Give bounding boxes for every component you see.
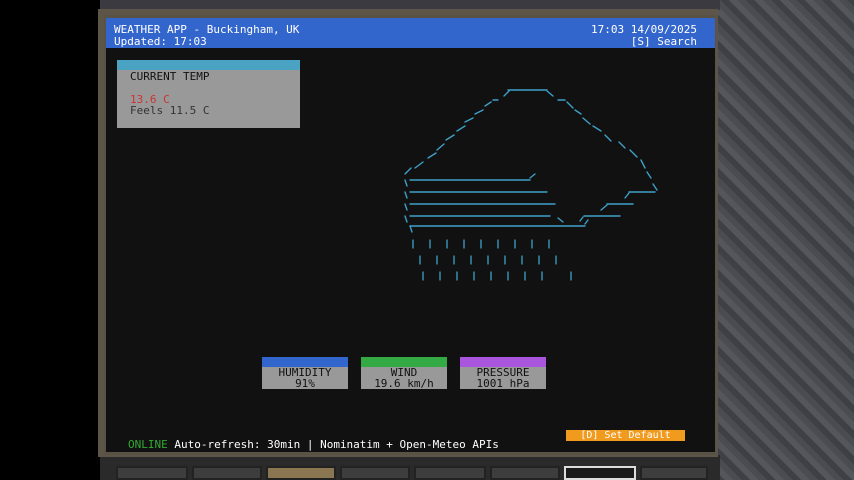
- hotbar-slot[interactable]: [640, 466, 708, 480]
- app-title: WEATHER APP - Buckingham, UK: [114, 23, 300, 36]
- hotbar-slot[interactable]: [490, 466, 560, 480]
- current-temp-header: [117, 60, 300, 70]
- set-default-button[interactable]: [D] Set Default: [566, 430, 685, 441]
- status-bar: ONLINE Auto-refresh: 30min | Nominatim +…: [128, 438, 499, 451]
- hotbar-slot[interactable]: [340, 466, 410, 480]
- humidity-value: 91%: [295, 377, 315, 390]
- updated-time: Updated: 17:03: [114, 35, 207, 48]
- background-void: [0, 0, 100, 480]
- humidity-card: HUMIDITY 91%: [262, 357, 348, 390]
- wind-card: WIND 19.6 km/h: [361, 357, 447, 390]
- hotbar-slot-selected[interactable]: [266, 466, 336, 480]
- pressure-card: PRESSURE 1001 hPa: [460, 357, 546, 390]
- status-info: Auto-refresh: 30min | Nominatim + Open-M…: [174, 438, 499, 451]
- hotbar-slot[interactable]: [116, 466, 188, 480]
- background-stone-wall: [708, 0, 854, 480]
- hotbar-slot[interactable]: [192, 466, 262, 480]
- current-datetime: 17:03 14/09/2025: [591, 23, 697, 36]
- hotbar-slot[interactable]: [414, 466, 486, 480]
- search-shortcut[interactable]: [S] Search: [631, 36, 697, 47]
- wind-value: 19.6 km/h: [374, 377, 434, 390]
- rain-cloud-icon: [404, 89, 658, 281]
- current-temp-label: CURRENT TEMP: [130, 70, 210, 83]
- hotbar-slot-active[interactable]: [564, 466, 636, 480]
- online-indicator: ONLINE: [128, 438, 168, 451]
- pressure-value: 1001 hPa: [476, 377, 530, 390]
- app-title-bar: WEATHER APP - Buckingham, UK Updated: 17…: [106, 18, 715, 48]
- feels-like-value: Feels 11.5 C: [130, 104, 210, 117]
- current-temp-panel: CURRENT TEMP 13.6 C Feels 11.5 C: [117, 60, 300, 128]
